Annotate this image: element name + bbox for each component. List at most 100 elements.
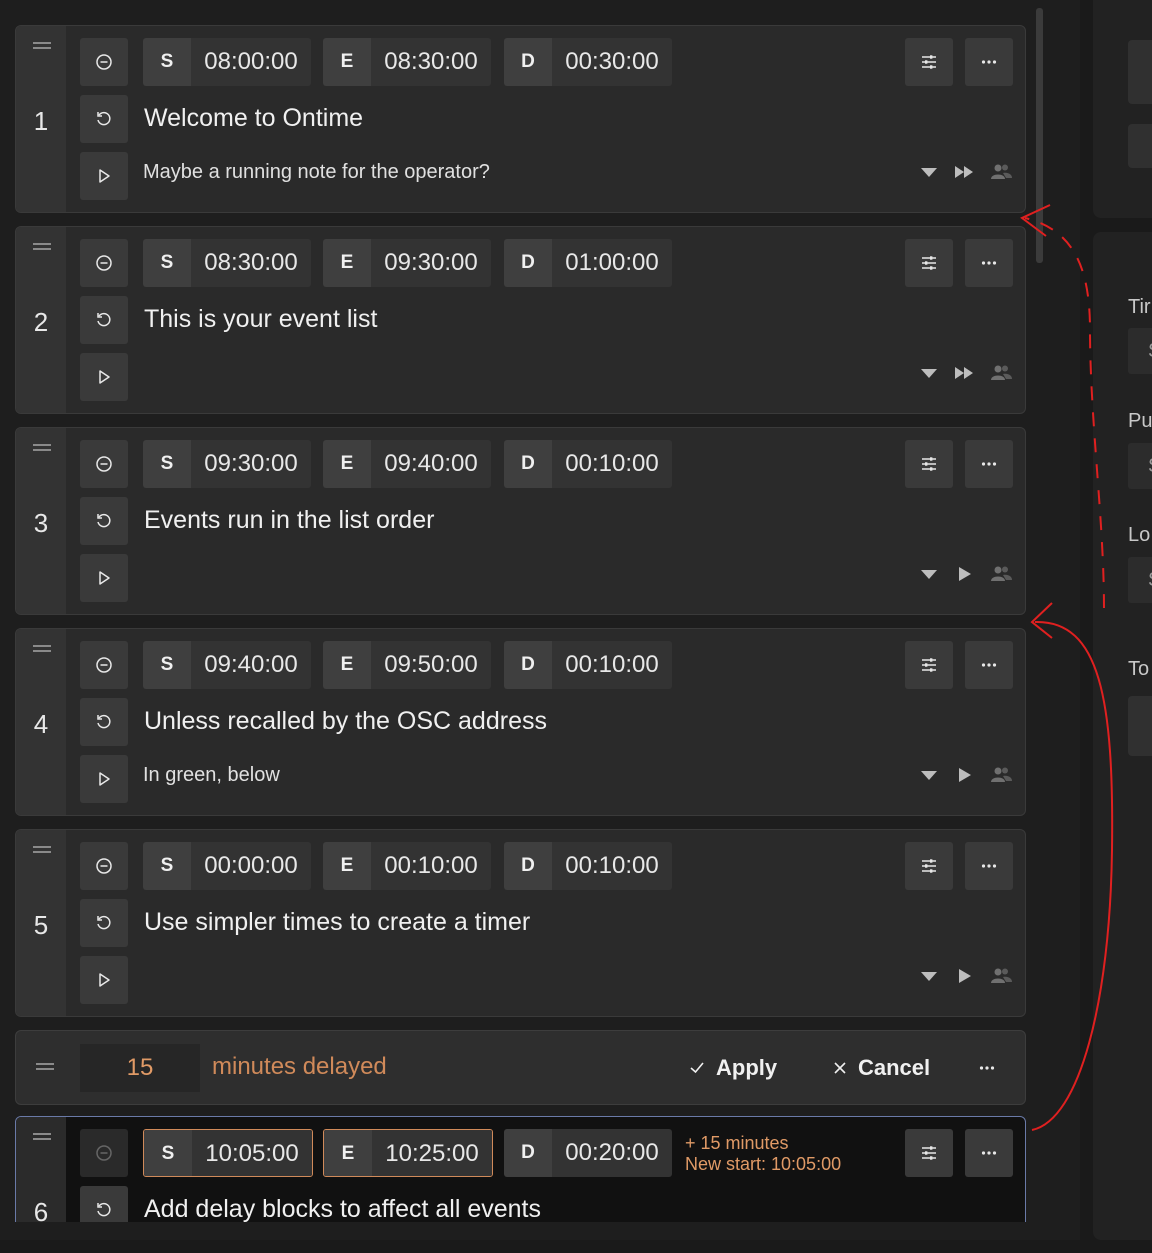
skip-forward-icon[interactable] [953,363,977,383]
start-time-value[interactable]: 08:00:00 [191,38,311,86]
duration-value[interactable]: 00:10:00 [552,842,672,890]
start-time-value[interactable]: 00:00:00 [191,842,311,890]
start-time-field[interactable]: S 00:00:00 [143,842,311,890]
skip-forward-icon[interactable] [953,162,977,182]
play-event-button[interactable] [80,353,128,401]
event-settings-button[interactable] [905,239,953,287]
event-more-button[interactable] [965,842,1013,890]
event-settings-button[interactable] [905,842,953,890]
end-time-field[interactable]: E 09:30:00 [323,239,491,287]
event-note[interactable]: Maybe a running note for the operator? [143,161,490,184]
duration-value[interactable]: 00:10:00 [552,641,672,689]
event-more-button[interactable] [965,239,1013,287]
users-icon[interactable] [989,363,1013,383]
users-icon[interactable] [989,162,1013,182]
duration-value[interactable]: 00:10:00 [552,440,672,488]
event-block-selected[interactable]: 6 S 10:05:00 E 10:25:00 D 00:20:00 Add dela… [15,1116,1026,1222]
delay-block[interactable]: 15 minutes delayed Apply Cancel [15,1030,1026,1105]
list-scrollbar[interactable] [1036,8,1043,263]
start-time-value[interactable]: 09:30:00 [191,440,311,488]
event-drag-handle[interactable]: 1 [16,26,66,212]
users-icon[interactable] [989,564,1013,584]
reload-button[interactable] [80,698,128,746]
triangle-down-icon[interactable] [917,363,941,383]
event-settings-button[interactable] [905,1129,953,1177]
duration-value[interactable]: 01:00:00 [552,239,672,287]
start-time-value[interactable]: 09:40:00 [191,641,311,689]
event-block[interactable]: 1 S 08:00:00 E 08:30:00 D 00:30:00 Welcome … [15,25,1026,213]
duration-field[interactable]: D 00:10:00 [504,440,672,488]
duration-field[interactable]: D 00:10:00 [504,641,672,689]
reload-button[interactable] [80,497,128,545]
event-title[interactable]: Welcome to Ontime [144,104,363,133]
editor-field-total[interactable] [1128,696,1152,756]
event-block[interactable]: 5 S 00:00:00 E 00:10:00 D 00:10:00 Use simp… [15,829,1026,1017]
play-event-button[interactable] [80,956,128,1004]
end-time-value[interactable]: 10:25:00 [372,1130,492,1176]
event-more-button[interactable] [965,38,1013,86]
event-title[interactable]: Use simpler times to create a timer [144,908,530,937]
end-time-field[interactable]: E 08:30:00 [323,38,491,86]
skip-toggle-button[interactable] [80,641,128,689]
duration-field[interactable]: D 00:30:00 [504,38,672,86]
event-title[interactable]: Add delay blocks to affect all events [144,1195,541,1222]
event-drag-handle[interactable]: 4 [16,629,66,815]
event-drag-handle[interactable]: 3 [16,428,66,614]
end-time-field[interactable]: E 09:50:00 [323,641,491,689]
event-title[interactable]: Events run in the list order [144,506,434,535]
end-time-value[interactable]: 09:30:00 [371,239,491,287]
event-block[interactable]: 2 S 08:30:00 E 09:30:00 D 01:00:00 This is … [15,226,1026,414]
start-time-field[interactable]: S 08:00:00 [143,38,311,86]
reload-button[interactable] [80,1186,128,1222]
event-drag-handle[interactable]: 6 [16,1117,66,1222]
start-time-value[interactable]: 08:30:00 [191,239,311,287]
start-time-field[interactable]: S 09:30:00 [143,440,311,488]
end-time-field[interactable]: E 10:25:00 [323,1129,493,1177]
event-more-button[interactable] [965,641,1013,689]
end-time-field[interactable]: E 09:40:00 [323,440,491,488]
cancel-delay-button[interactable]: Cancel [832,1055,930,1081]
drag-grip-icon[interactable] [36,1063,54,1070]
play-event-button[interactable] [80,152,128,200]
end-time-field[interactable]: E 00:10:00 [323,842,491,890]
end-time-value[interactable]: 08:30:00 [371,38,491,86]
start-time-field[interactable]: S 09:40:00 [143,641,311,689]
event-settings-button[interactable] [905,440,953,488]
play-icon[interactable] [953,765,977,785]
start-time-field[interactable]: S 10:05:00 [143,1129,313,1177]
editor-button-2[interactable] [1128,124,1152,168]
event-block[interactable]: 4 S 09:40:00 E 09:50:00 D 00:10:00 Unless r… [15,628,1026,816]
play-icon[interactable] [953,564,977,584]
triangle-down-icon[interactable] [917,966,941,986]
skip-toggle-button[interactable] [80,38,128,86]
triangle-down-icon[interactable] [917,765,941,785]
event-settings-button[interactable] [905,641,953,689]
event-drag-handle[interactable]: 2 [16,227,66,413]
users-icon[interactable] [989,966,1013,986]
users-icon[interactable] [989,765,1013,785]
editor-button-1[interactable] [1128,40,1152,104]
reload-button[interactable] [80,296,128,344]
duration-field[interactable]: D 00:20:00 [504,1129,672,1177]
apply-delay-button[interactable]: Apply [688,1055,777,1081]
delay-more-button[interactable] [963,1044,1011,1092]
duration-field[interactable]: D 01:00:00 [504,239,672,287]
delay-minutes-input[interactable]: 15 [80,1044,200,1092]
duration-value[interactable]: 00:20:00 [552,1129,672,1177]
event-more-button[interactable] [965,440,1013,488]
skip-toggle-button[interactable] [80,1129,128,1177]
event-note[interactable]: In green, below [143,764,280,787]
duration-field[interactable]: D 00:10:00 [504,842,672,890]
reload-button[interactable] [80,95,128,143]
triangle-down-icon[interactable] [917,162,941,182]
skip-toggle-button[interactable] [80,842,128,890]
triangle-down-icon[interactable] [917,564,941,584]
end-time-value[interactable]: 00:10:00 [371,842,491,890]
duration-value[interactable]: 00:30:00 [552,38,672,86]
play-icon[interactable] [953,966,977,986]
editor-select-lower[interactable]: S [1128,557,1152,603]
skip-toggle-button[interactable] [80,239,128,287]
editor-select-public[interactable]: S [1128,443,1152,489]
start-time-field[interactable]: S 08:30:00 [143,239,311,287]
editor-select-timer[interactable]: S [1128,328,1152,374]
